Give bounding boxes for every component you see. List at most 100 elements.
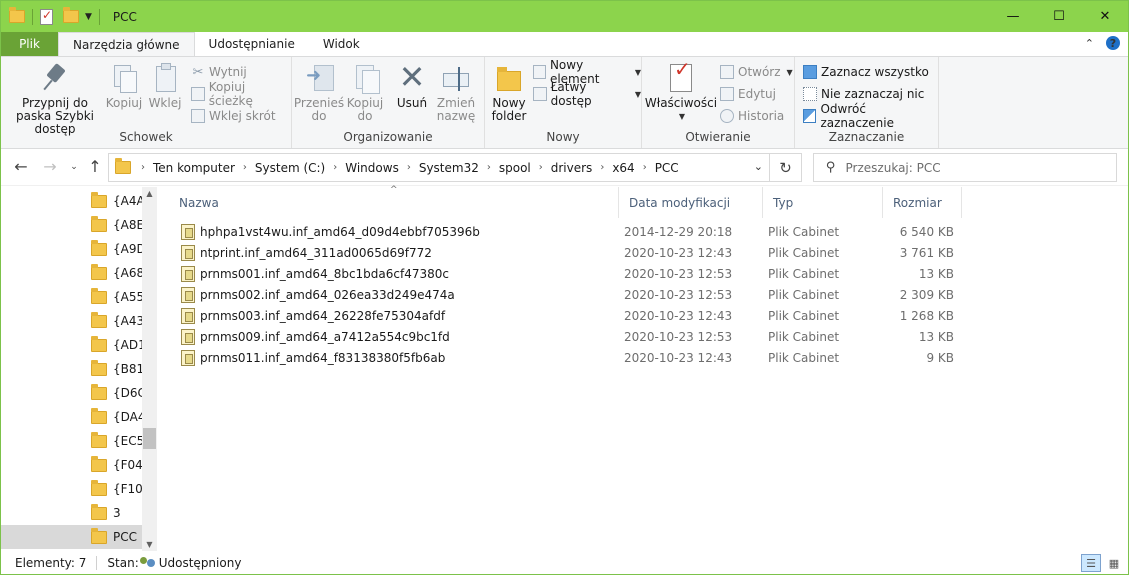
nav-folder-item-selected[interactable]: PCC xyxy=(1,525,142,549)
search-input[interactable] xyxy=(845,160,1096,175)
breadcrumb-item[interactable]: drivers xyxy=(551,161,593,175)
breadcrumb-separator[interactable]: › xyxy=(487,162,491,173)
file-row[interactable]: prnms003.inf_amd64_26228fe75304afdf 2020… xyxy=(169,305,969,326)
large-icons-view-icon[interactable]: ▦ xyxy=(1104,554,1124,572)
breadcrumb-separator[interactable]: › xyxy=(539,162,543,173)
breadcrumb-separator[interactable]: › xyxy=(333,162,337,173)
properties-icon[interactable] xyxy=(40,8,53,25)
breadcrumb-item[interactable]: Windows xyxy=(345,161,399,175)
search-box[interactable]: ⚲ xyxy=(813,153,1117,182)
copy-button[interactable]: Kopiuj xyxy=(105,63,143,110)
file-row[interactable]: prnms002.inf_amd64_026ea33d249e474a 2020… xyxy=(169,284,969,305)
move-to-icon xyxy=(304,63,334,93)
nav-folder-item[interactable]: {A680 xyxy=(1,261,142,285)
scrollbar-thumb[interactable] xyxy=(143,428,156,449)
toolbar-separator xyxy=(32,8,33,25)
forward-arrow-icon[interactable]: → xyxy=(39,157,61,176)
edit-label: Edytuj xyxy=(738,87,776,101)
nav-folder-item[interactable]: {A4A6 xyxy=(1,189,142,213)
nav-folder-item[interactable]: {B815 xyxy=(1,357,142,381)
tab-file[interactable]: Plik xyxy=(1,32,58,56)
easy-access-button[interactable]: Łatwy dostęp ▼ xyxy=(533,80,641,108)
breadcrumb-item[interactable]: PCC xyxy=(655,161,679,175)
copy-path-button[interactable]: Kopiuj ścieżkę xyxy=(191,80,291,108)
breadcrumb-separator[interactable]: › xyxy=(141,162,145,173)
details-view-icon[interactable]: ☰ xyxy=(1081,554,1101,572)
paste-shortcut-button[interactable]: Wklej skrót xyxy=(191,106,276,126)
recent-locations-chevron-icon[interactable]: ⌄ xyxy=(63,162,85,172)
paste-label: Wklej xyxy=(148,96,182,110)
column-header-date[interactable]: Data modyfikacji xyxy=(619,187,763,218)
nav-folder-item[interactable]: {F044 xyxy=(1,453,142,477)
file-row[interactable]: hphpa1vst4wu.inf_amd64_d09d4ebbf705396b … xyxy=(169,221,969,242)
delete-button[interactable]: ✕ Usuń xyxy=(392,61,432,110)
scroll-down-arrow-icon[interactable]: ▼ xyxy=(142,540,157,549)
move-to-button[interactable]: Przenieś do xyxy=(294,63,344,123)
back-arrow-icon[interactable]: ← xyxy=(10,157,32,176)
invert-selection-button[interactable]: Odwróć zaznaczenie xyxy=(803,102,938,130)
breadcrumb-item[interactable]: spool xyxy=(499,161,531,175)
breadcrumb-item[interactable]: System (C:) xyxy=(255,161,325,175)
breadcrumb-separator[interactable]: › xyxy=(407,162,411,173)
nav-folder-item[interactable]: {A438 xyxy=(1,309,142,333)
folder-icon xyxy=(91,503,107,520)
minimize-button[interactable]: — xyxy=(990,1,1036,32)
tab-share[interactable]: Udostępnianie xyxy=(195,32,309,56)
breadcrumb-item[interactable]: x64 xyxy=(612,161,634,175)
file-date: 2020-10-23 12:43 xyxy=(624,245,733,260)
nav-folder-item[interactable]: {A8E5 xyxy=(1,213,142,237)
scroll-up-arrow-icon[interactable]: ▲ xyxy=(142,189,157,198)
file-row[interactable]: prnms011.inf_amd64_f83138380f5fb6ab 2020… xyxy=(169,347,969,368)
file-name: hphpa1vst4wu.inf_amd64_d09d4ebbf705396b xyxy=(200,224,480,239)
select-all-button[interactable]: Zaznacz wszystko xyxy=(803,62,929,82)
edit-button[interactable]: Edytuj xyxy=(720,84,776,104)
group-label-organize: Organizowanie xyxy=(343,130,433,144)
column-header-size[interactable]: Rozmiar xyxy=(883,187,962,218)
open-button[interactable]: Otwórz ▼ xyxy=(720,62,793,82)
tab-home[interactable]: Narzędzia główne xyxy=(58,32,195,56)
breadcrumb-separator[interactable]: › xyxy=(600,162,604,173)
nav-folder-item[interactable]: 3 xyxy=(1,501,142,525)
breadcrumb-separator[interactable]: › xyxy=(243,162,247,173)
pin-quick-access-button[interactable]: Przypnij do paska Szybki dostęp xyxy=(7,63,103,136)
paste-button[interactable]: Wklej xyxy=(147,63,183,110)
up-arrow-icon[interactable]: ↑ xyxy=(84,157,106,176)
cut-button[interactable]: ✂ Wytnij xyxy=(191,62,247,82)
copy-to-button[interactable]: Kopiuj do xyxy=(342,63,388,123)
file-row[interactable]: prnms001.inf_amd64_8bc1bda6cf47380c 2020… xyxy=(169,263,969,284)
nav-folder-item[interactable]: {AD1F xyxy=(1,333,142,357)
history-button[interactable]: Historia xyxy=(720,106,784,126)
file-row[interactable]: ntprint.inf_amd64_311ad0065d69f772 2020-… xyxy=(169,242,969,263)
nav-folder-item[interactable]: {A9DA xyxy=(1,237,142,261)
rename-button[interactable]: Zmień nazwę xyxy=(434,63,478,123)
tab-view[interactable]: Widok xyxy=(309,32,374,56)
nav-folder-item[interactable]: {DA4C xyxy=(1,405,142,429)
collapse-ribbon-chevron-icon[interactable]: ⌃ xyxy=(1085,37,1094,50)
nav-folder-item[interactable]: {D6C7 xyxy=(1,381,142,405)
select-none-button[interactable]: Nie zaznaczaj nic xyxy=(803,84,924,104)
customize-toolbar-chevron-icon[interactable]: ▼ xyxy=(85,12,92,22)
navigation-pane-scrollbar[interactable]: ▲ ▼ xyxy=(142,187,157,551)
folder-icon xyxy=(91,263,107,280)
file-row[interactable]: prnms009.inf_amd64_a7412a554c9bc1fd 2020… xyxy=(169,326,969,347)
new-folder-button[interactable]: Nowy folder xyxy=(489,63,529,123)
select-none-icon xyxy=(803,87,817,101)
breadcrumb-item[interactable]: System32 xyxy=(419,161,479,175)
address-history-chevron-icon[interactable]: ⌄ xyxy=(754,160,763,173)
breadcrumb-separator[interactable]: › xyxy=(643,162,647,173)
nav-folder-item[interactable]: {EC53 xyxy=(1,429,142,453)
address-bar[interactable]: › Ten komputer › System (C:) › Windows ›… xyxy=(108,153,802,182)
maximize-button[interactable]: ☐ xyxy=(1036,1,1082,32)
file-type: Plik Cabinet xyxy=(768,287,840,302)
refresh-icon[interactable]: ↻ xyxy=(769,154,801,181)
nav-folder-item[interactable]: {F101 xyxy=(1,477,142,501)
breadcrumb-item[interactable]: Ten komputer xyxy=(153,161,235,175)
close-button[interactable]: ✕ xyxy=(1082,1,1128,32)
column-header-name[interactable]: Nazwa xyxy=(169,187,619,218)
new-folder-icon[interactable] xyxy=(63,7,79,23)
nav-folder-item[interactable]: {A552 xyxy=(1,285,142,309)
new-item-button[interactable]: Nowy element ▼ xyxy=(533,58,641,86)
column-header-type[interactable]: Typ xyxy=(763,187,883,218)
help-icon[interactable]: ? xyxy=(1106,36,1120,50)
properties-button[interactable]: Właściwości ▼ xyxy=(645,63,717,123)
